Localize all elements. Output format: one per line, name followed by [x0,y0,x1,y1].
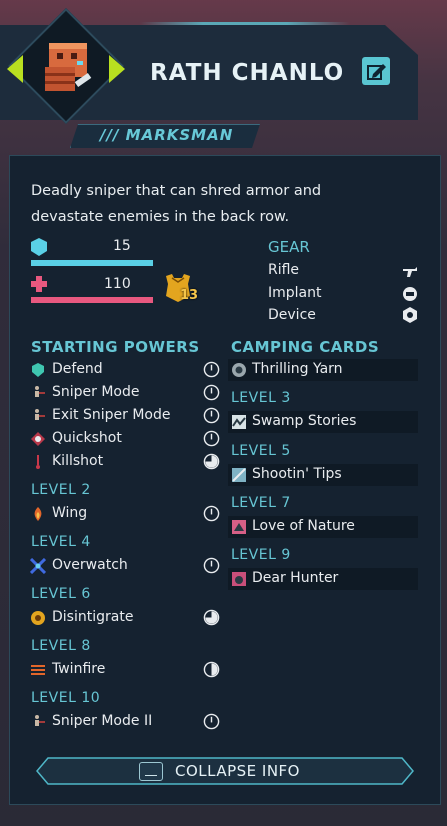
disintigrate-icon [31,611,45,625]
card-label: Swamp Stories [252,413,357,429]
defend-icon [32,363,44,377]
description-line: devastate enemies in the back row. [31,209,290,225]
starting-powers-title: STARTING POWERS [31,338,200,356]
sniper-mode-icon [35,386,45,397]
collapse-info-label[interactable]: COLLAPSE INFO [175,762,300,780]
card-row-swamp-stories[interactable]: Swamp Stories [228,411,418,433]
shield-value: 15 [113,238,131,254]
power-label: Twinfire [52,661,106,677]
gear-item-device: Device [268,307,316,323]
swamp-stories-icon [232,415,246,429]
power-level-title: LEVEL 2 [31,482,91,498]
quickshot-icon [31,432,45,446]
armor-badge: 13 [160,272,199,308]
power-row-killshot[interactable]: Killshot [28,451,220,473]
card-row-dear-hunter[interactable]: Dear Hunter [228,568,418,590]
power-label: Killshot [52,453,104,469]
power-row-sniper-mode-ii[interactable]: Sniper Mode II [28,711,220,733]
header-accent-line [140,22,350,25]
sniper-mode-icon [35,715,45,726]
keyboard-key-icon [139,762,163,781]
card-level-title: LEVEL 9 [231,547,291,563]
character-portrait[interactable] [7,8,125,124]
action-cost-one-icon [203,384,220,401]
power-label: Sniper Mode [52,384,140,400]
power-row-exit-sniper-mode[interactable]: Exit Sniper Mode [28,405,220,427]
shield-bar [31,260,153,266]
card-row-love-of-nature[interactable]: Love of Nature [228,516,418,538]
action-cost-one-icon [203,407,220,424]
power-level-title: LEVEL 10 [31,690,101,706]
love-of-nature-icon [232,520,246,534]
thrilling-yarn-icon [232,363,246,377]
edit-name-button[interactable] [362,57,390,85]
twinfire-icon [31,665,45,675]
power-row-sniper-mode[interactable]: Sniper Mode [28,382,220,404]
implant-icon [403,287,417,301]
power-row-twinfire[interactable]: Twinfire [28,659,220,681]
card-label: Thrilling Yarn [252,361,343,377]
action-cost-three-quarter-icon [203,453,220,470]
power-row-defend[interactable]: Defend [28,359,220,381]
portrait-right-arrow-icon[interactable] [109,55,125,83]
card-level-title: LEVEL 3 [231,390,291,406]
action-cost-three-quarter-icon [203,609,220,626]
power-label: Disintigrate [52,609,134,625]
wing-icon [34,507,42,521]
card-label: Love of Nature [252,518,355,534]
power-row-overwatch[interactable]: Overwatch [28,555,220,577]
power-label: Overwatch [52,557,128,573]
overwatch-icon [30,558,46,574]
shootin-tips-icon [232,468,246,482]
health-bar [31,297,153,303]
power-level-title: LEVEL 8 [31,638,91,654]
action-cost-one-icon [203,361,220,378]
action-cost-one-icon [203,713,220,730]
card-level-title: LEVEL 5 [231,443,291,459]
card-label: Dear Hunter [252,570,339,586]
card-row-shootin-tips[interactable]: Shootin' Tips [228,464,418,486]
gear-title: GEAR [268,238,310,256]
health-icon [31,276,47,292]
portrait-left-arrow-icon[interactable] [7,55,23,83]
device-icon [403,307,417,323]
card-row-thrilling-yarn[interactable]: Thrilling Yarn [228,359,418,381]
camping-cards-title: CAMPING CARDS [231,338,380,356]
gear-item-rifle: Rifle [268,262,300,278]
power-row-wing[interactable]: Wing [28,503,220,525]
action-cost-half-icon [203,661,220,678]
power-label: Exit Sniper Mode [52,407,171,423]
power-level-title: LEVEL 4 [31,534,91,550]
dear-hunter-icon [232,572,246,586]
description-line: Deadly sniper that can shred armor and [31,183,322,199]
power-level-title: LEVEL 6 [31,586,91,602]
character-class: /// MARKSMAN [100,126,234,144]
gear-item-implant: Implant [268,285,322,301]
action-cost-one-icon [203,430,220,447]
exit-sniper-mode-icon [35,409,45,420]
power-label: Quickshot [52,430,122,446]
card-label: Shootin' Tips [252,466,342,482]
rifle-icon [403,267,417,277]
character-name: RATH CHANLO [150,60,345,86]
power-row-quickshot[interactable]: Quickshot [28,428,220,450]
health-value: 110 [104,276,131,292]
killshot-icon [36,455,40,469]
robot-portrait-icon [45,43,92,91]
armor-value: 13 [180,288,199,303]
edit-icon [367,64,386,80]
action-cost-one-icon [203,557,220,574]
card-level-title: LEVEL 7 [231,495,291,511]
power-label: Wing [52,505,88,521]
power-label: Sniper Mode II [52,713,153,729]
shield-icon [31,238,47,256]
power-label: Defend [52,361,103,377]
power-row-disintigrate[interactable]: Disintigrate [28,607,220,629]
action-cost-one-icon [203,505,220,522]
character-description: Deadly sniper that can shred armor and d… [31,178,391,230]
